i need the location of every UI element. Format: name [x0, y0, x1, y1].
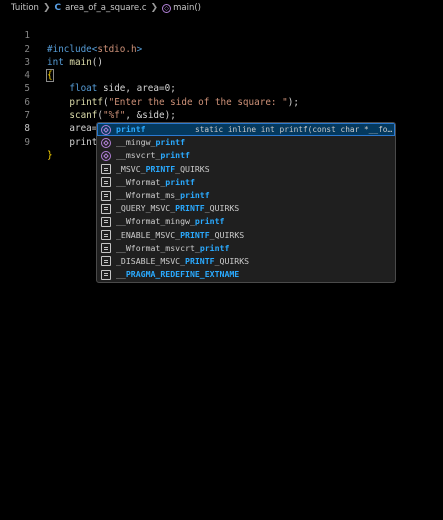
macro-symbol-icon: [101, 243, 111, 254]
code-line-active[interactable]: 8 print: [0, 109, 443, 148]
suggestion-label: __Wformat_mingw_printf: [116, 216, 225, 227]
code-line[interactable]: 1 #include<stdio.h>: [0, 16, 443, 54]
suggestion-label: __msvcrt_printf: [116, 150, 190, 161]
line-number: 9: [24, 136, 30, 148]
suggestion-label: __Wformat_printf: [116, 176, 195, 187]
suggestion-label: printf: [116, 124, 146, 134]
suggestion-item[interactable]: _QUERY_MSVC_PRINTF_QUIRKS: [97, 202, 395, 215]
code-line[interactable]: 4 float side, area=0;: [0, 56, 443, 94]
suggestion-label: __Wformat_ms_printf: [116, 189, 210, 200]
macro-symbol-icon: [101, 216, 111, 227]
suggestion-item[interactable]: __Wformat_printf: [97, 176, 395, 189]
suggestion-detail: static inline int printf(const char *__f…: [195, 125, 393, 134]
suggestion-label: _ENABLE_MSVC_PRINTF_QUIRKS: [116, 229, 245, 240]
suggestion-item[interactable]: __Wformat_ms_printf: [97, 189, 395, 202]
macro-symbol-icon: [101, 230, 111, 241]
function-cube-icon: [101, 150, 111, 161]
suggestion-item[interactable]: __Wformat_msvcrt_printf: [97, 242, 395, 255]
chevron-right-icon: ❯: [150, 3, 159, 13]
suggestion-item[interactable]: __PRAGMA_REDEFINE_EXTNAME: [97, 268, 395, 281]
breadcrumb: Tuition ❯ C area_of_a_square.c ❯ ◇ main(…: [0, 0, 443, 16]
code-line[interactable]: 5 printf("Enter the side of the square: …: [0, 69, 443, 107]
suggestion-label: __Wformat_msvcrt_printf: [116, 242, 230, 253]
line-text: print: [69, 136, 100, 148]
suggestion-widget[interactable]: printf static inline int printf(const cha…: [96, 122, 396, 283]
suggestion-label: _DISABLE_MSVC_PRINTF_QUIRKS: [116, 255, 250, 266]
code-line[interactable]: 3 {: [0, 43, 443, 83]
suggestion-item[interactable]: _MSVC_PRINTF_QUIRKS: [97, 163, 395, 176]
suggestion-label: __PRAGMA_REDEFINE_EXTNAME: [116, 269, 240, 280]
function-cube-icon: [101, 137, 111, 148]
suggestion-item[interactable]: _DISABLE_MSVC_PRINTF_QUIRKS: [97, 255, 395, 268]
code-editor[interactable]: 1 #include<stdio.h> 2 int main() 3 { 4 f…: [0, 16, 443, 161]
breadcrumb-file[interactable]: C area_of_a_square.c: [54, 3, 146, 13]
macro-symbol-icon: [101, 203, 111, 214]
macro-symbol-icon: [101, 190, 111, 201]
suggestion-list: printf static inline int printf(const cha…: [97, 123, 395, 281]
suggestion-item[interactable]: __msvcrt_printf: [97, 149, 395, 162]
code-line[interactable]: 2 int main(): [0, 29, 443, 68]
breadcrumb-symbol[interactable]: ◇ main(): [162, 3, 201, 13]
suggestion-item[interactable]: _ENABLE_MSVC_PRINTF_QUIRKS: [97, 229, 395, 242]
function-cube-icon: [101, 124, 111, 135]
c-file-icon: C: [54, 3, 62, 13]
breadcrumb-folder[interactable]: Tuition: [11, 3, 39, 13]
suggestion-label: __mingw_printf: [116, 137, 186, 148]
suggestion-item[interactable]: __Wformat_mingw_printf: [97, 215, 395, 228]
macro-symbol-icon: [101, 177, 111, 188]
breadcrumb-file-label: area_of_a_square.c: [65, 3, 147, 13]
line-text: }: [47, 149, 53, 161]
macro-symbol-icon: [101, 256, 111, 267]
method-cube-icon: ◇: [162, 3, 172, 13]
suggestion-item[interactable]: printf static inline int printf(const cha…: [97, 123, 395, 137]
code-line[interactable]: 7 area= side*side;: [0, 96, 443, 134]
suggestion-label: _QUERY_MSVC_PRINTF_QUIRKS: [116, 203, 240, 214]
breadcrumb-folder-label: Tuition: [11, 3, 39, 13]
suggestion-item[interactable]: __mingw_printf: [97, 136, 395, 149]
macro-symbol-icon: [101, 269, 111, 280]
suggestion-label: _MSVC_PRINTF_QUIRKS: [116, 163, 210, 174]
macro-symbol-icon: [101, 164, 111, 175]
breadcrumb-symbol-label: main(): [173, 3, 201, 13]
chevron-right-icon: ❯: [42, 3, 51, 13]
code-line[interactable]: 6 scanf("%f", &side);: [0, 82, 443, 121]
